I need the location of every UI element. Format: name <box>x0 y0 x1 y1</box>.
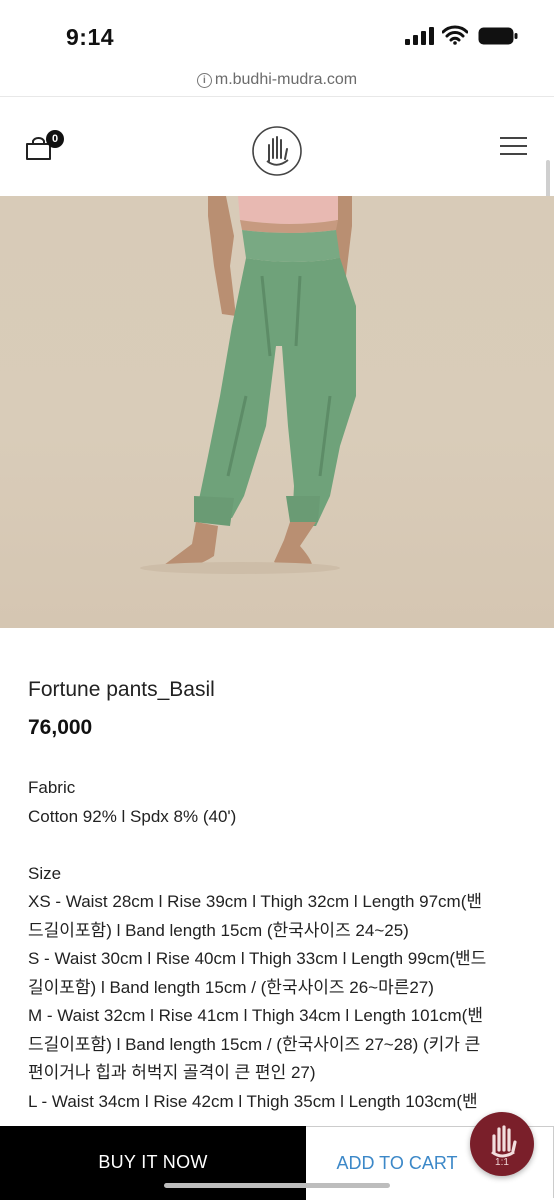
size-line: L - Waist 34cm l Rise 42cm l Thigh 35cm … <box>28 1091 478 1111</box>
size-label: Size <box>28 864 62 883</box>
brand-logo-icon[interactable] <box>251 125 303 177</box>
buy-it-now-button[interactable]: BUY IT NOW <box>0 1126 306 1200</box>
fabric-value: Cotton 92% l Spdx 8% (40') <box>28 807 237 826</box>
wifi-icon <box>442 25 468 45</box>
cellular-signal-icon <box>405 27 434 45</box>
size-line: M - Waist 32cm l Rise 41cm l Thigh 34cm … <box>28 1006 483 1025</box>
size-details: XS - Waist 28cm l Rise 39cm l Thigh 32cm… <box>28 888 528 1116</box>
product-photo-illustration <box>140 196 356 574</box>
status-bar: 9:14 <box>0 0 554 64</box>
size-line: 편이거나 힙과 허벅지 골격이 큰 편인 27) <box>28 1063 316 1082</box>
product-price: 76,000 <box>28 716 93 739</box>
browser-url-bar[interactable]: i m.budhi-mudra.com <box>0 64 554 96</box>
size-line: 길이포함) l Band length 15cm / (한국사이즈 26~마른2… <box>28 977 434 997</box>
battery-icon <box>478 27 518 45</box>
info-icon: i <box>196 73 212 88</box>
size-line: 드길이포함) l Band length 15cm / (한국사이즈 27~28… <box>28 1034 481 1054</box>
product-name: Fortune pants_Basil <box>28 678 215 701</box>
size-line: 드길이포함) l Band length 15cm (한국사이즈 24~25) <box>28 920 409 940</box>
product-image[interactable] <box>0 196 554 628</box>
chat-button[interactable]: 1:1 <box>470 1112 534 1176</box>
cart-count-badge: 0 <box>46 130 64 148</box>
site-header: 0 <box>0 96 554 197</box>
home-indicator[interactable] <box>164 1183 390 1188</box>
status-time: 9:14 <box>66 24 115 50</box>
size-line: S - Waist 30cm l Rise 40cm l Thigh 33cm … <box>28 949 487 968</box>
size-line: XS - Waist 28cm l Rise 39cm l Thigh 32cm… <box>28 892 483 911</box>
hamburger-menu-icon[interactable] <box>500 137 527 157</box>
chat-label: 1:1 <box>495 1157 509 1168</box>
url-text: m.budhi-mudra.com <box>214 71 358 88</box>
fabric-label: Fabric <box>28 778 76 797</box>
